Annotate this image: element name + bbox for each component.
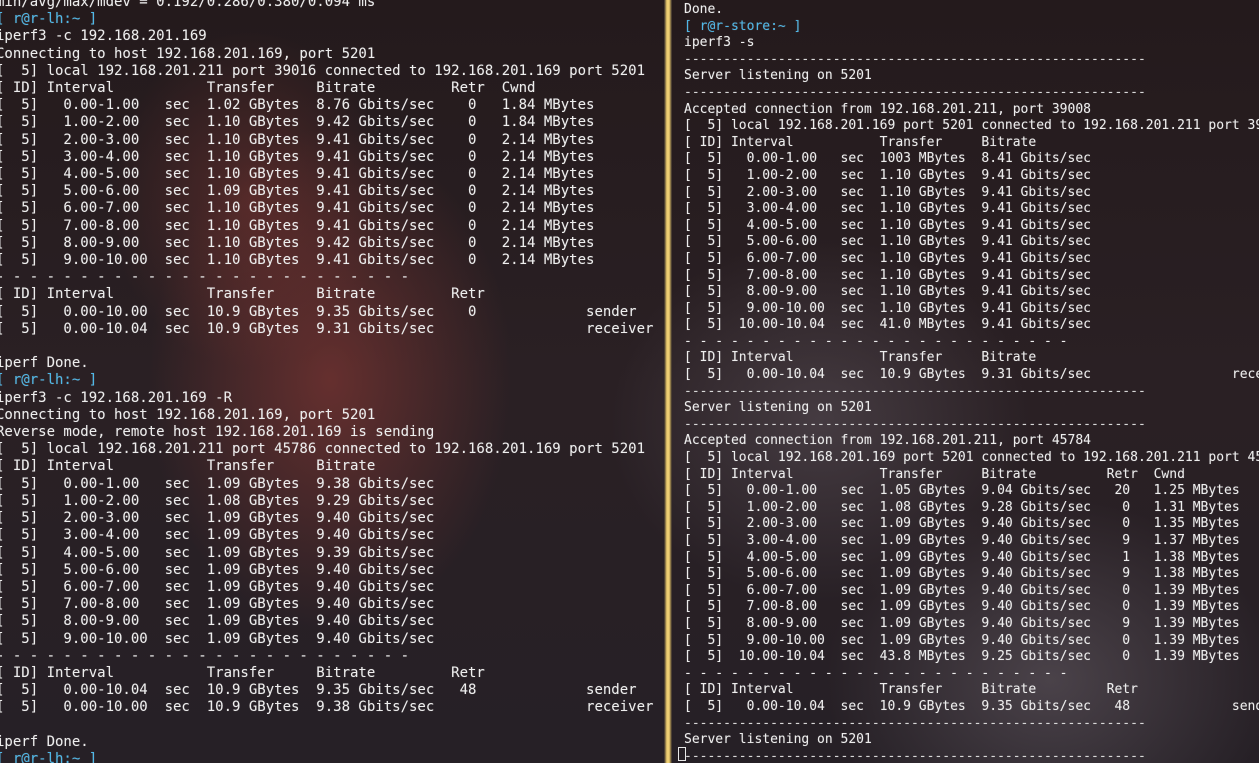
terminal-line: [ 5] 5.00-6.00 sec 1.09 GBytes 9.40 Gbit…	[684, 566, 1240, 582]
terminal-line: [ 5] 4.00-5.00 sec 1.09 GBytes 9.40 Gbit…	[684, 549, 1240, 565]
terminal-line: [ 5] 7.00-8.00 sec 1.10 GBytes 9.41 Gbit…	[684, 267, 1091, 283]
terminal-line: - - - - - - - - - - - - - - - - - - - - …	[0, 269, 410, 286]
terminal-line: [ 5] 0.00-10.00 sec 10.9 GBytes 9.38 Gbi…	[0, 699, 654, 716]
terminal-output: Done.[ r@r-store:~ ] iperf3 -s -----------…	[684, 2, 1259, 763]
terminal-line: [ 5] local 192.168.201.211 port 45786 co…	[0, 441, 646, 458]
terminal-line: iperf3 -c 192.168.201.169 -R	[0, 389, 233, 406]
terminal-line: [ ID] Interval Transfer Bitrate Retr	[0, 664, 485, 681]
terminal-line: [ 5] 5.00-6.00 sec 1.10 GBytes 9.41 Gbit…	[684, 234, 1091, 250]
terminal-line: [ 5] local 192.168.201.211 port 39016 co…	[0, 62, 646, 79]
terminal-line: [ 5] 5.00-6.00 sec 1.09 GBytes 9.40 Gbit…	[0, 561, 435, 578]
terminal-line: [ 5] 2.00-3.00 sec 1.10 GBytes 9.41 Gbit…	[0, 131, 595, 148]
terminal-line: [ ID] Interval Transfer Bitrate	[0, 458, 376, 475]
terminal-line: Reverse mode, remote host 192.168.201.16…	[0, 424, 435, 441]
terminal-line: [ ID] Interval Transfer Bitrate	[684, 350, 1037, 366]
terminal-line: [ 5] 2.00-3.00 sec 1.09 GBytes 9.40 Gbit…	[0, 510, 435, 527]
terminal-line: [ 5] 9.00-10.00 sec 1.10 GBytes 9.41 Gbi…	[0, 252, 595, 269]
terminal-pane-client[interactable]: min/avg/max/mdev = 0.192/0.286/0.380/0.0…	[0, 0, 664, 763]
terminal-line: [ 5] 6.00-7.00 sec 1.09 GBytes 9.40 Gbit…	[684, 582, 1240, 598]
terminal-line: [ 5] 10.00-10.04 sec 41.0 MBytes 9.41 Gb…	[684, 317, 1091, 333]
terminal-line: [ 5] 1.00-2.00 sec 1.10 GBytes 9.41 Gbit…	[684, 167, 1091, 183]
terminal-line: Accepted connection from 192.168.201.211…	[684, 433, 1091, 449]
terminal-line: [ ID] Interval Transfer Bitrate Retr Cwn…	[684, 466, 1185, 482]
terminal-line: [ 5] 4.00-5.00 sec 1.10 GBytes 9.41 Gbit…	[0, 166, 595, 183]
terminal-line: [ 5] 3.00-4.00 sec 1.09 GBytes 9.40 Gbit…	[684, 533, 1240, 548]
terminal-line: [ ID] Interval Transfer Bitrate	[684, 134, 1037, 150]
pane-divider[interactable]	[664, 0, 672, 763]
terminal-line: Accepted connection from 192.168.201.211…	[684, 101, 1091, 117]
terminal-line: [ 5] 2.00-3.00 sec 1.10 GBytes 9.41 Gbit…	[684, 184, 1091, 200]
terminal-line: [ 5] 0.00-10.04 sec 10.9 GBytes 9.31 Gbi…	[684, 367, 1259, 383]
terminal-line: [ r@r-lh:~ ]	[0, 750, 98, 763]
terminal-line: [ 5] 4.00-5.00 sec 1.09 GBytes 9.39 Gbit…	[0, 544, 435, 561]
terminal-line: iperf Done.	[0, 355, 89, 372]
terminal-line: [ 5] 10.00-10.04 sec 43.8 MBytes 9.25 Gb…	[684, 649, 1240, 665]
terminal-line: ----------------------------------------…	[684, 416, 1146, 432]
terminal-line: Done.	[684, 2, 724, 17]
terminal-line: [ 5] 7.00-8.00 sec 1.09 GBytes 9.40 Gbit…	[684, 599, 1240, 615]
terminal-line: - - - - - - - - - - - - - - - - - - - - …	[684, 665, 1068, 681]
terminal-line: Connecting to host 192.168.201.169, port…	[0, 45, 376, 62]
terminal-line: ----------------------------------------…	[684, 383, 1146, 399]
terminal-line: [ 5] 3.00-4.00 sec 1.09 GBytes 9.40 Gbit…	[0, 527, 435, 544]
terminal-line: [ 5] 6.00-7.00 sec 1.10 GBytes 9.41 Gbit…	[684, 250, 1091, 266]
terminal-line: [ 5] 7.00-8.00 sec 1.09 GBytes 9.40 Gbit…	[0, 596, 435, 613]
terminal-line: [ 5] 0.00-1.00 sec 1.05 GBytes 9.04 Gbit…	[684, 483, 1240, 499]
terminal-line: Server listening on 5201	[684, 400, 872, 416]
terminal-pane-server[interactable]: Done.[ r@r-store:~ ] iperf3 -s -----------…	[672, 0, 1259, 763]
terminal-line: [ 5] 6.00-7.00 sec 1.10 GBytes 9.41 Gbit…	[0, 200, 595, 217]
terminal-line: [ 5] 1.00-2.00 sec 1.10 GBytes 9.42 Gbit…	[0, 114, 595, 131]
terminal-line: ----------------------------------------…	[684, 84, 1146, 100]
terminal-line: [ 5] 8.00-9.00 sec 1.09 GBytes 9.40 Gbit…	[0, 613, 435, 630]
terminal-line: min/avg/max/mdev = 0.192/0.286/0.380/0.0…	[0, 0, 376, 10]
terminal-output: min/avg/max/mdev = 0.192/0.286/0.380/0.0…	[0, 0, 664, 763]
terminal-line: [ 5] 0.00-10.04 sec 10.9 GBytes 9.35 Gbi…	[0, 682, 637, 699]
terminal-cursor	[678, 747, 686, 761]
terminal-line: Server listening on 5201	[684, 732, 872, 748]
terminal-line: ----------------------------------------…	[684, 51, 1146, 67]
terminal-line: iperf3 -s	[684, 35, 755, 51]
terminal-line: [ 5] 0.00-10.04 sec 10.9 GBytes 9.31 Gbi…	[0, 320, 654, 337]
terminal-line: [ ID] Interval Transfer Bitrate Retr	[0, 286, 485, 303]
terminal-line: - - - - - - - - - - - - - - - - - - - - …	[0, 647, 410, 664]
terminal-line: ----------------------------------------…	[684, 715, 1146, 731]
terminal-line: [ 5] 3.00-4.00 sec 1.10 GBytes 9.41 Gbit…	[684, 201, 1091, 217]
terminal-line: [ 5] 9.00-10.00 sec 1.09 GBytes 9.40 Gbi…	[684, 632, 1240, 648]
terminal-line: [ 5] 3.00-4.00 sec 1.10 GBytes 9.41 Gbit…	[0, 148, 595, 165]
terminal-line: [ 5] 0.00-10.00 sec 10.9 GBytes 9.35 Gbi…	[0, 303, 637, 320]
terminal-line: [ 5] 0.00-10.04 sec 10.9 GBytes 9.35 Gbi…	[684, 698, 1259, 714]
terminal-line: Server listening on 5201	[684, 68, 872, 84]
terminal-line: [ 5] 7.00-8.00 sec 1.10 GBytes 9.41 Gbit…	[0, 217, 595, 234]
terminal-line: [ 5] 6.00-7.00 sec 1.09 GBytes 9.40 Gbit…	[0, 578, 435, 595]
terminal-line: [ 5] 0.00-1.00 sec 1.09 GBytes 9.38 Gbit…	[0, 475, 435, 492]
terminal-line: [ 5] local 192.168.201.169 port 5201 con…	[684, 118, 1259, 134]
terminal-line: [ r@r-lh:~ ]	[0, 11, 98, 28]
terminal-line: [ 5] 8.00-9.00 sec 1.10 GBytes 9.42 Gbit…	[0, 234, 595, 251]
terminal-line: [ 5] 0.00-1.00 sec 1003 MBytes 8.41 Gbit…	[684, 151, 1091, 167]
terminal-line: iperf3 -c 192.168.201.169	[0, 28, 207, 45]
terminal-line: [ 5] 5.00-6.00 sec 1.09 GBytes 9.41 Gbit…	[0, 183, 595, 200]
terminal-line: [ 5] 9.00-10.00 sec 1.09 GBytes 9.40 Gbi…	[0, 630, 435, 647]
terminal-line: iperf Done.	[0, 733, 89, 750]
terminal-line: [ 5] 0.00-1.00 sec 1.02 GBytes 8.76 Gbit…	[0, 97, 595, 114]
terminal-line: Connecting to host 192.168.201.169, port…	[0, 406, 376, 423]
terminal-line: [ r@r-store:~ ]	[684, 18, 802, 34]
terminal-line: [ 5] 2.00-3.00 sec 1.09 GBytes 9.40 Gbit…	[684, 516, 1240, 532]
terminal-line: [ 5] 1.00-2.00 sec 1.08 GBytes 9.29 Gbit…	[0, 492, 435, 509]
terminal-line: [ 5] 9.00-10.00 sec 1.10 GBytes 9.41 Gbi…	[684, 300, 1091, 316]
terminal-line: [ r@r-lh:~ ]	[0, 372, 98, 389]
terminal-line: [ ID] Interval Transfer Bitrate Retr	[684, 682, 1138, 698]
terminal-line: ----------------------------------------…	[684, 748, 1146, 763]
terminal-line: - - - - - - - - - - - - - - - - - - - - …	[684, 333, 1068, 349]
terminal-line: [ 5] 8.00-9.00 sec 1.09 GBytes 9.40 Gbit…	[684, 615, 1240, 631]
terminal-line: [ 5] 1.00-2.00 sec 1.08 GBytes 9.28 Gbit…	[684, 499, 1240, 515]
terminal-line: [ ID] Interval Transfer Bitrate Retr Cwn…	[0, 80, 536, 97]
terminal-line: [ 5] local 192.168.201.169 port 5201 con…	[684, 450, 1259, 466]
terminal-line: [ 5] 4.00-5.00 sec 1.10 GBytes 9.41 Gbit…	[684, 217, 1091, 233]
terminal-line: [ 5] 8.00-9.00 sec 1.10 GBytes 9.41 Gbit…	[684, 284, 1091, 300]
